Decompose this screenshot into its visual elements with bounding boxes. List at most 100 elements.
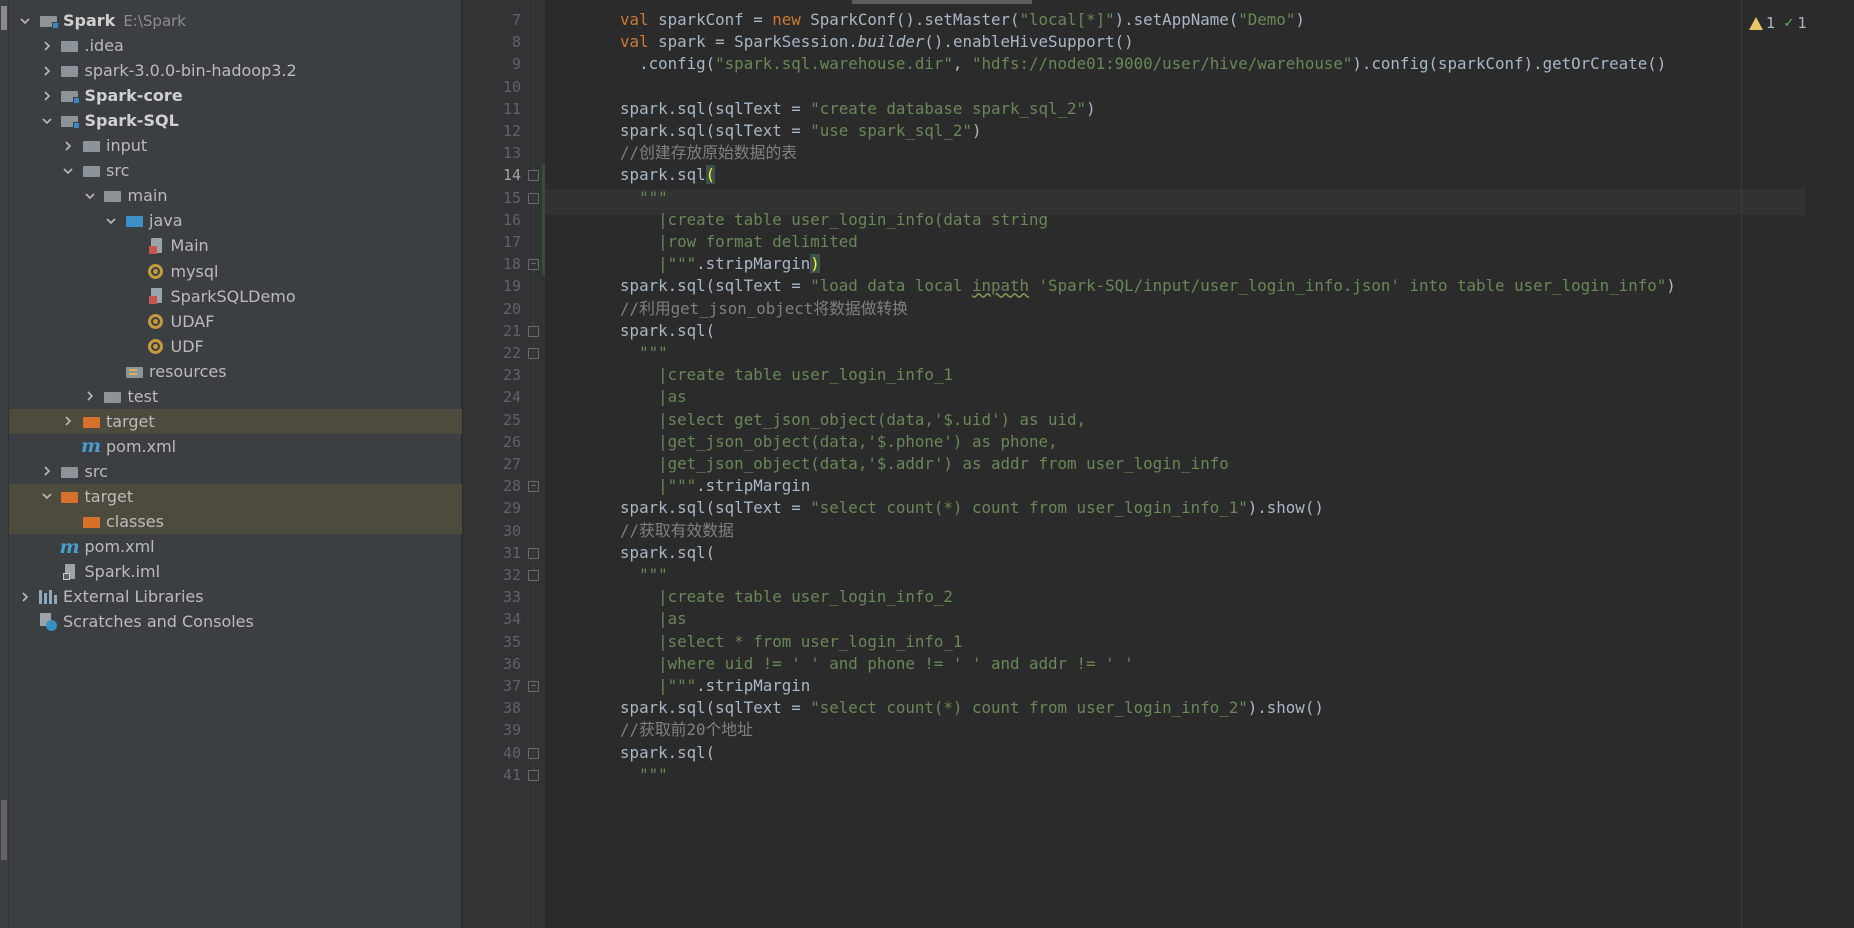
chevron-down-icon[interactable]: [39, 488, 55, 504]
chevron-right-icon[interactable]: [82, 388, 98, 404]
chevron-right-icon[interactable]: [39, 463, 55, 479]
folder-icon: [82, 163, 100, 179]
folder-icon: [61, 463, 79, 479]
fold-end-icon[interactable]: [528, 259, 539, 271]
module-folder-icon: [39, 13, 59, 29]
fold-start-icon[interactable]: [528, 769, 539, 781]
tree-item-java[interactable]: java: [9, 208, 462, 233]
fold-start-icon[interactable]: [528, 547, 539, 559]
tree-item-label: pom.xml: [106, 436, 177, 456]
chevron-down-icon[interactable]: [17, 13, 33, 29]
code-token: .stripMargin: [696, 476, 811, 496]
fold-start-icon[interactable]: [528, 325, 539, 337]
maven-icon: m: [80, 435, 102, 458]
fold-start-icon[interactable]: [528, 747, 539, 759]
chevron-right-icon[interactable]: [39, 63, 55, 79]
fold-start-icon[interactable]: [528, 570, 539, 581]
module-folder-icon: [61, 88, 80, 105]
code-token: |select * from user_login_info_1: [658, 631, 963, 651]
chevron-right-icon[interactable]: [17, 589, 33, 605]
fold-start-icon[interactable]: [528, 348, 539, 359]
tree-item-main[interactable]: main: [9, 183, 462, 208]
fold-start-icon[interactable]: [528, 192, 539, 204]
typos-indicator[interactable]: ✓ 1: [1784, 14, 1807, 32]
line-number: 41: [502, 765, 521, 784]
code-token: ).show(): [1247, 498, 1324, 518]
code-token: ): [1666, 276, 1676, 296]
tree-item-udf[interactable]: UDF: [9, 334, 462, 359]
tree-item-label: spark-3.0.0-bin-hadoop3.2: [84, 61, 297, 81]
code-token: spark.sql(sqlText =: [582, 121, 811, 140]
tree-item-idea[interactable]: .idea: [9, 33, 462, 58]
tree-item-input[interactable]: input: [9, 133, 462, 158]
code-token: "local[*]": [1019, 10, 1115, 29]
right-margin-guide: [1741, 0, 1742, 928]
folder-icon: [61, 38, 79, 54]
tree-item-spark-iml[interactable]: Spark.iml: [9, 559, 462, 584]
tree-item-target[interactable]: target: [9, 483, 462, 509]
chevron-right-icon[interactable]: [39, 88, 55, 104]
tree-item-test[interactable]: test: [9, 384, 462, 409]
code-token: "use spark_sql_2": [810, 121, 972, 140]
code-token: """: [639, 187, 668, 207]
code-token: ,: [952, 54, 972, 74]
tree-item-label: .idea: [84, 36, 124, 56]
chevron-down-icon[interactable]: [60, 163, 76, 179]
code-token: """: [639, 565, 668, 584]
chevron-right-icon[interactable]: [60, 413, 76, 429]
tree-item-resources[interactable]: resources: [9, 359, 462, 384]
tree-item-pom-xml[interactable]: m pom.xml: [9, 534, 462, 559]
tree-item-spark-core[interactable]: Spark-core: [9, 83, 462, 108]
code-token: new: [772, 10, 811, 29]
code-token: spark.sql(sqlText =: [582, 276, 811, 296]
tree-item-udaf[interactable]: UDAF: [9, 309, 462, 334]
tree-item-main[interactable]: Main: [9, 233, 462, 258]
tree-item-spark-3-0-0-bin-hadoop3-2[interactable]: spark-3.0.0-bin-hadoop3.2: [9, 58, 462, 83]
tree-item-src[interactable]: src: [9, 158, 462, 183]
tree-item-label: mysql: [170, 261, 219, 281]
code-token: spark.sql(sqlText =: [582, 498, 811, 518]
code-token: ).config(sparkConf).getOrCreate(): [1352, 54, 1667, 74]
code-token: //获取前20个地址: [582, 720, 753, 740]
project-tool-window-tab[interactable]: [1, 6, 7, 30]
fold-end-icon[interactable]: [528, 681, 539, 692]
code-token: spark = SparkSession.: [658, 32, 858, 52]
code-token: |""": [658, 476, 697, 496]
tree-item-label: src: [106, 161, 130, 181]
tree-item-mysql[interactable]: mysql: [9, 259, 462, 284]
tree-item-classes[interactable]: classes: [9, 509, 462, 534]
scratches-icon: [39, 612, 57, 631]
warnings-indicator[interactable]: 1: [1749, 14, 1776, 32]
tree-item-spark-sql[interactable]: Spark-SQL: [9, 108, 462, 133]
chevron-down-icon[interactable]: [82, 188, 98, 204]
structure-tool-window-tab[interactable]: [1, 800, 7, 860]
chevron-down-icon[interactable]: [103, 213, 119, 229]
chevron-right-icon[interactable]: [39, 38, 55, 54]
tree-item-spark[interactable]: Spark E:\Spark: [9, 8, 462, 33]
horizontal-scrollbar-thumb[interactable]: [852, 0, 1032, 4]
chevron-right-icon[interactable]: [60, 138, 76, 154]
tree-item-sparksqldemo[interactable]: SparkSQLDemo: [9, 284, 462, 309]
chevron-down-icon[interactable]: [39, 113, 55, 129]
tree-item-label: main: [127, 186, 168, 206]
code-editor[interactable]: 7 8 9 10 11 12 13 14 15 16 17 18 19 20 21 22 23 24 25 26 27 2…: [463, 0, 1854, 928]
tree-item-src[interactable]: src: [9, 459, 462, 484]
fold-end-icon[interactable]: [528, 481, 539, 493]
excluded-folder-icon: [61, 488, 79, 504]
tree-item-pom-xml[interactable]: m pom.xml: [9, 434, 462, 459]
code-token: "Demo": [1238, 10, 1296, 29]
tree-item-target[interactable]: target: [9, 408, 462, 434]
inspection-widget[interactable]: 1 ✓ 1: [1749, 12, 1807, 34]
vcs-change-marker[interactable]: [542, 164, 545, 276]
folder-icon: [104, 388, 122, 404]
tree-item-external-libraries[interactable]: External Libraries: [9, 584, 462, 609]
fold-start-icon[interactable]: [528, 170, 539, 182]
code-token: "create database spark_sql_2": [810, 98, 1087, 118]
tree-item-scratches-and-consoles[interactable]: Scratches and Consoles: [9, 609, 462, 634]
